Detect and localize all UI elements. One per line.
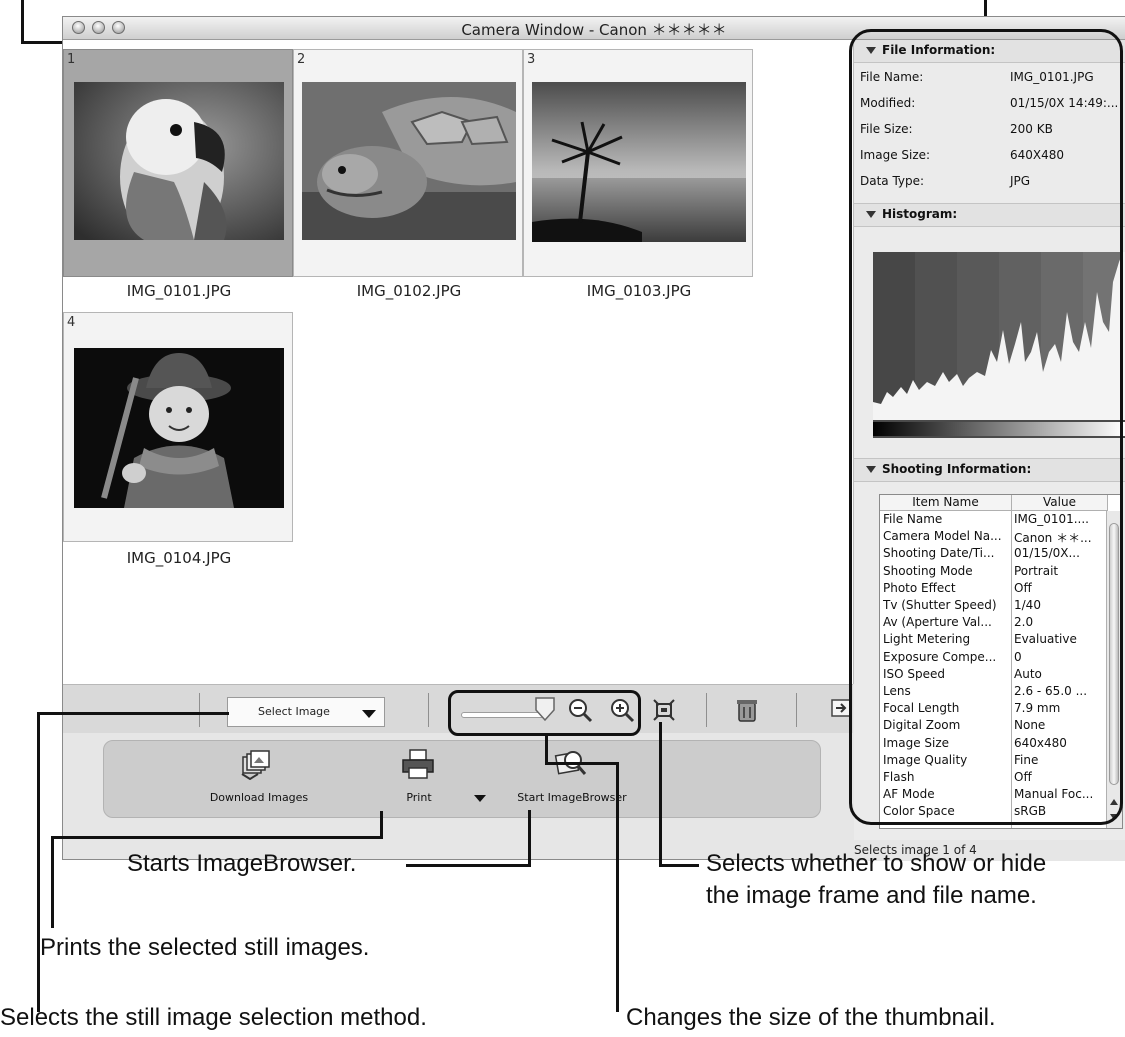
callout-line — [37, 712, 229, 715]
thumbnail-filename: IMG_0101.JPG — [126, 282, 232, 300]
thumbnail-frame-2[interactable]: 2 IMG_0102.JPG — [293, 49, 523, 300]
print-button[interactable]: Print — [394, 791, 444, 804]
thumbnail-number: 1 — [67, 52, 76, 67]
callout-line — [21, 0, 24, 44]
print-options-chevron-icon[interactable] — [474, 795, 486, 802]
chevron-down-icon — [362, 710, 376, 718]
image-frame-toggle-icon[interactable] — [651, 697, 677, 723]
thumbnail-number: 3 — [527, 52, 536, 67]
toolbar-separator — [706, 693, 707, 727]
launch-panel: Download Images Print Start ImageBrowser — [103, 740, 821, 818]
callout-line — [659, 722, 662, 866]
callout-line — [616, 762, 619, 1012]
callout-line — [528, 810, 531, 866]
callout-thumbnail-size: Changes the size of the thumbnail. — [626, 1004, 996, 1031]
callout-selection-method: Selects the still image selection method… — [0, 1004, 427, 1031]
toolbar-separator — [428, 693, 429, 727]
thumbnail-number: 4 — [67, 315, 76, 330]
slider-highlight — [448, 690, 641, 736]
download-images-button[interactable]: Download Images — [194, 791, 324, 804]
thumbnail-filename: IMG_0102.JPG — [356, 282, 462, 300]
thumbnail-image-sunset[interactable] — [532, 82, 746, 242]
select-image-dropdown[interactable]: Select Image — [227, 697, 385, 727]
callout-line — [51, 836, 383, 839]
thumbnail-frame-1[interactable]: 1 IMG_0101.JPG — [63, 49, 293, 300]
thumbnail-image-parrot[interactable] — [74, 82, 284, 240]
thumbnail-filename: IMG_0104.JPG — [126, 549, 232, 567]
info-panel-highlight — [849, 29, 1123, 825]
thumbnail-image-child[interactable] — [74, 348, 284, 508]
toolbar-separator — [199, 693, 200, 727]
callout-line — [380, 811, 383, 839]
download-images-icon[interactable] — [240, 748, 272, 780]
callout-line — [21, 41, 67, 44]
trash-icon[interactable] — [735, 697, 759, 723]
callout-image-frame-line1: Selects whether to show or hide — [706, 850, 1047, 877]
thumbnail-number: 2 — [297, 52, 306, 67]
thumbnail-filename: IMG_0103.JPG — [586, 282, 692, 300]
printer-icon[interactable] — [401, 748, 435, 780]
callout-line — [406, 864, 531, 867]
select-image-label: Select Image — [258, 705, 330, 718]
thumbnail-frame-4[interactable]: 4 IMG_0104.JPG — [63, 312, 293, 567]
start-imagebrowser-button[interactable]: Start ImageBrowser — [497, 791, 647, 804]
callout-line — [659, 864, 699, 867]
callout-line — [545, 734, 548, 764]
callout-line — [37, 712, 40, 1012]
thumbnail-area[interactable]: 1 IMG_0101.JPG 2 IMG_0102.JPG 3 IMG_0103… — [63, 40, 854, 684]
callout-print: Prints the selected still images. — [40, 934, 370, 961]
callout-image-frame-line2: the image frame and file name. — [706, 882, 1037, 909]
callout-start-imagebrowser: Starts ImageBrowser. — [127, 850, 357, 877]
thumbnail-image-tortoise[interactable] — [302, 82, 516, 240]
toolbar-separator — [796, 693, 797, 727]
thumbnail-frame-3[interactable]: 3 IMG_0103.JPG — [523, 49, 753, 300]
callout-line — [545, 762, 618, 765]
callout-line — [51, 836, 54, 928]
